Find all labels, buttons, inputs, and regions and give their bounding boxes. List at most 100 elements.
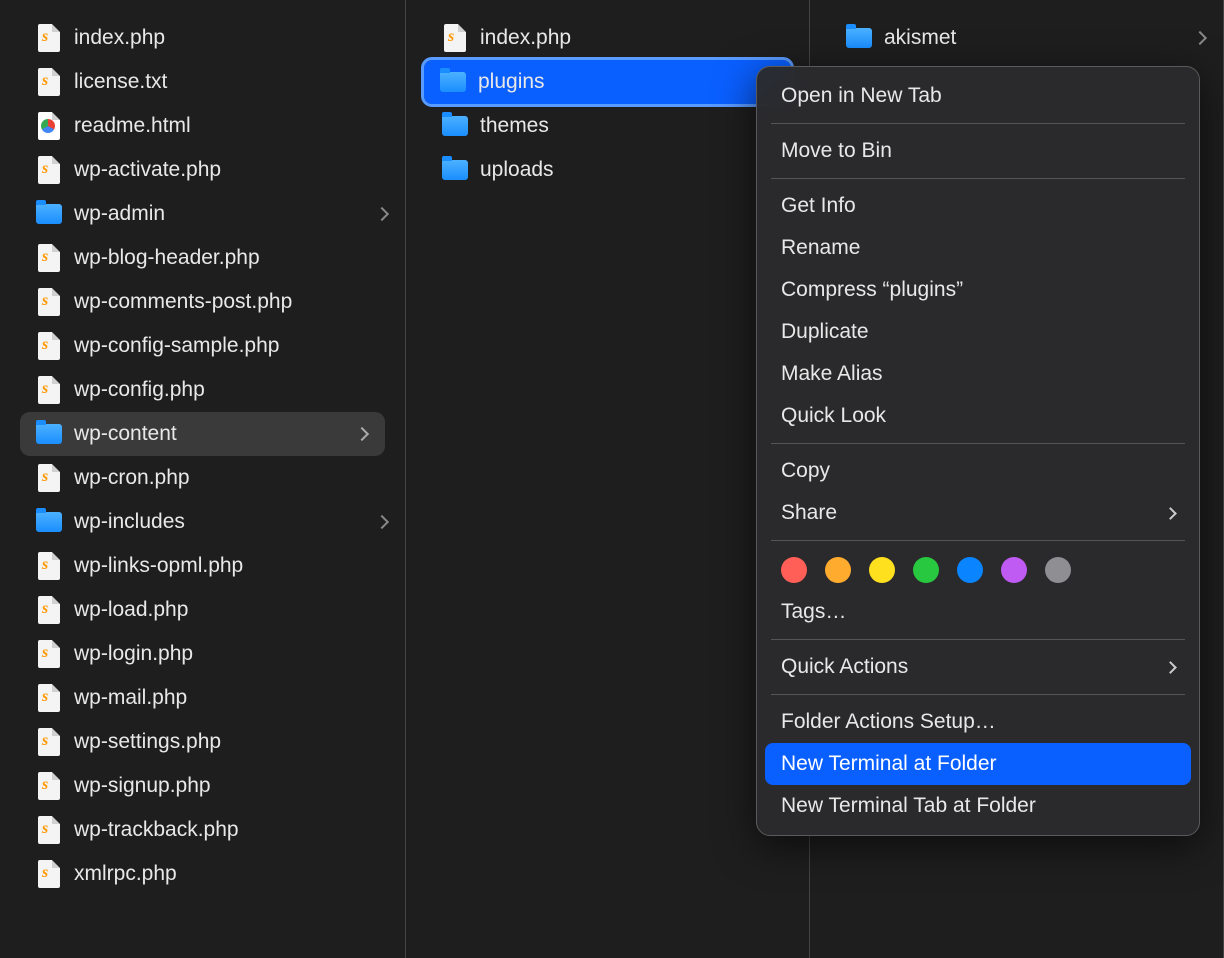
item-label: xmlrpc.php	[74, 862, 387, 886]
menu-item[interactable]: Quick Actions	[757, 646, 1199, 688]
menu-item[interactable]: Make Alias	[757, 353, 1199, 395]
file-row[interactable]: wp-config.php	[0, 368, 405, 412]
menu-label: Duplicate	[781, 320, 869, 344]
file-icon	[34, 67, 64, 97]
menu-item[interactable]: Compress “plugins”	[757, 269, 1199, 311]
tag-color-dot[interactable]	[1001, 557, 1027, 583]
tag-color-dot[interactable]	[825, 557, 851, 583]
folder-row[interactable]: wp-admin	[0, 192, 405, 236]
tag-color-dot[interactable]	[869, 557, 895, 583]
chevron-right-icon	[1193, 31, 1207, 45]
menu-separator	[771, 443, 1185, 444]
tag-color-dot[interactable]	[913, 557, 939, 583]
folder-row[interactable]: wp-includes	[0, 500, 405, 544]
file-icon	[34, 243, 64, 273]
file-row[interactable]: wp-settings.php	[0, 720, 405, 764]
file-icon	[34, 815, 64, 845]
item-label: akismet	[884, 26, 1195, 50]
tag-color-dot[interactable]	[957, 557, 983, 583]
item-label: readme.html	[74, 114, 387, 138]
menu-item-tags[interactable]: Tags…	[757, 591, 1199, 633]
menu-item[interactable]: New Terminal Tab at Folder	[757, 785, 1199, 827]
file-row[interactable]: wp-comments-post.php	[0, 280, 405, 324]
item-label: wp-admin	[74, 202, 377, 226]
file-icon	[34, 771, 64, 801]
item-label: wp-content	[74, 422, 357, 446]
folder-row[interactable]: wp-content	[20, 412, 385, 456]
menu-item[interactable]: Get Info	[757, 185, 1199, 227]
menu-item[interactable]: Share	[757, 492, 1199, 534]
menu-item[interactable]: Quick Look	[757, 395, 1199, 437]
file-row[interactable]: index.php	[406, 16, 809, 60]
folder-row[interactable]: uploads	[406, 148, 809, 192]
file-row[interactable]: wp-load.php	[0, 588, 405, 632]
folder-icon	[34, 419, 64, 449]
item-label: wp-mail.php	[74, 686, 387, 710]
tag-color-dot[interactable]	[1045, 557, 1071, 583]
file-row[interactable]: wp-config-sample.php	[0, 324, 405, 368]
file-icon	[34, 859, 64, 889]
item-label: wp-includes	[74, 510, 377, 534]
folder-icon	[844, 23, 874, 53]
file-icon	[34, 463, 64, 493]
menu-separator	[771, 178, 1185, 179]
file-row[interactable]: readme.html	[0, 104, 405, 148]
menu-label: Make Alias	[781, 362, 883, 386]
folder-icon	[440, 111, 470, 141]
file-row[interactable]: wp-signup.php	[0, 764, 405, 808]
file-icon	[440, 23, 470, 53]
file-row[interactable]: wp-links-opml.php	[0, 544, 405, 588]
column-1: index.phplicense.txt readme.html wp-activa…	[0, 0, 406, 958]
item-label: wp-blog-header.php	[74, 246, 387, 270]
file-row[interactable]: index.php	[0, 16, 405, 60]
file-row[interactable]: wp-blog-header.php	[0, 236, 405, 280]
tag-color-row	[757, 547, 1199, 591]
file-icon	[34, 595, 64, 625]
menu-label: Rename	[781, 236, 860, 260]
file-icon	[34, 111, 64, 141]
item-label: wp-signup.php	[74, 774, 387, 798]
item-label: wp-config.php	[74, 378, 387, 402]
item-label: wp-settings.php	[74, 730, 387, 754]
menu-item[interactable]: Folder Actions Setup…	[757, 701, 1199, 743]
chevron-right-icon	[375, 207, 389, 221]
menu-separator	[771, 540, 1185, 541]
item-label: wp-activate.php	[74, 158, 387, 182]
menu-label: Folder Actions Setup…	[781, 710, 996, 734]
item-label: wp-trackback.php	[74, 818, 387, 842]
menu-label: Get Info	[781, 194, 856, 218]
menu-separator	[771, 694, 1185, 695]
chevron-right-icon	[1164, 507, 1177, 520]
menu-separator	[771, 123, 1185, 124]
file-row[interactable]: license.txt	[0, 60, 405, 104]
menu-label: Compress “plugins”	[781, 278, 963, 302]
item-label: wp-load.php	[74, 598, 387, 622]
menu-label: New Terminal Tab at Folder	[781, 794, 1036, 818]
menu-item[interactable]: Move to Bin	[757, 130, 1199, 172]
folder-row[interactable]: themes	[406, 104, 809, 148]
menu-label: Quick Actions	[781, 655, 908, 679]
folder-icon	[34, 199, 64, 229]
file-row[interactable]: wp-mail.php	[0, 676, 405, 720]
menu-item[interactable]: Open in New Tab	[757, 75, 1199, 117]
file-row[interactable]: wp-trackback.php	[0, 808, 405, 852]
menu-item[interactable]: New Terminal at Folder	[765, 743, 1191, 785]
file-row[interactable]: wp-cron.php	[0, 456, 405, 500]
file-icon	[34, 639, 64, 669]
item-label: wp-cron.php	[74, 466, 387, 490]
chevron-right-icon	[375, 515, 389, 529]
file-row[interactable]: xmlrpc.php	[0, 852, 405, 896]
item-label: plugins	[478, 70, 773, 94]
file-icon	[34, 727, 64, 757]
folder-icon	[440, 155, 470, 185]
file-row[interactable]: wp-login.php	[0, 632, 405, 676]
folder-row[interactable]: akismet	[810, 16, 1223, 60]
tag-color-dot[interactable]	[781, 557, 807, 583]
menu-item[interactable]: Copy	[757, 450, 1199, 492]
menu-label: New Terminal at Folder	[781, 752, 997, 776]
menu-label: Open in New Tab	[781, 84, 942, 108]
folder-row[interactable]: plugins	[424, 60, 791, 104]
menu-item[interactable]: Rename	[757, 227, 1199, 269]
menu-item[interactable]: Duplicate	[757, 311, 1199, 353]
file-row[interactable]: wp-activate.php	[0, 148, 405, 192]
